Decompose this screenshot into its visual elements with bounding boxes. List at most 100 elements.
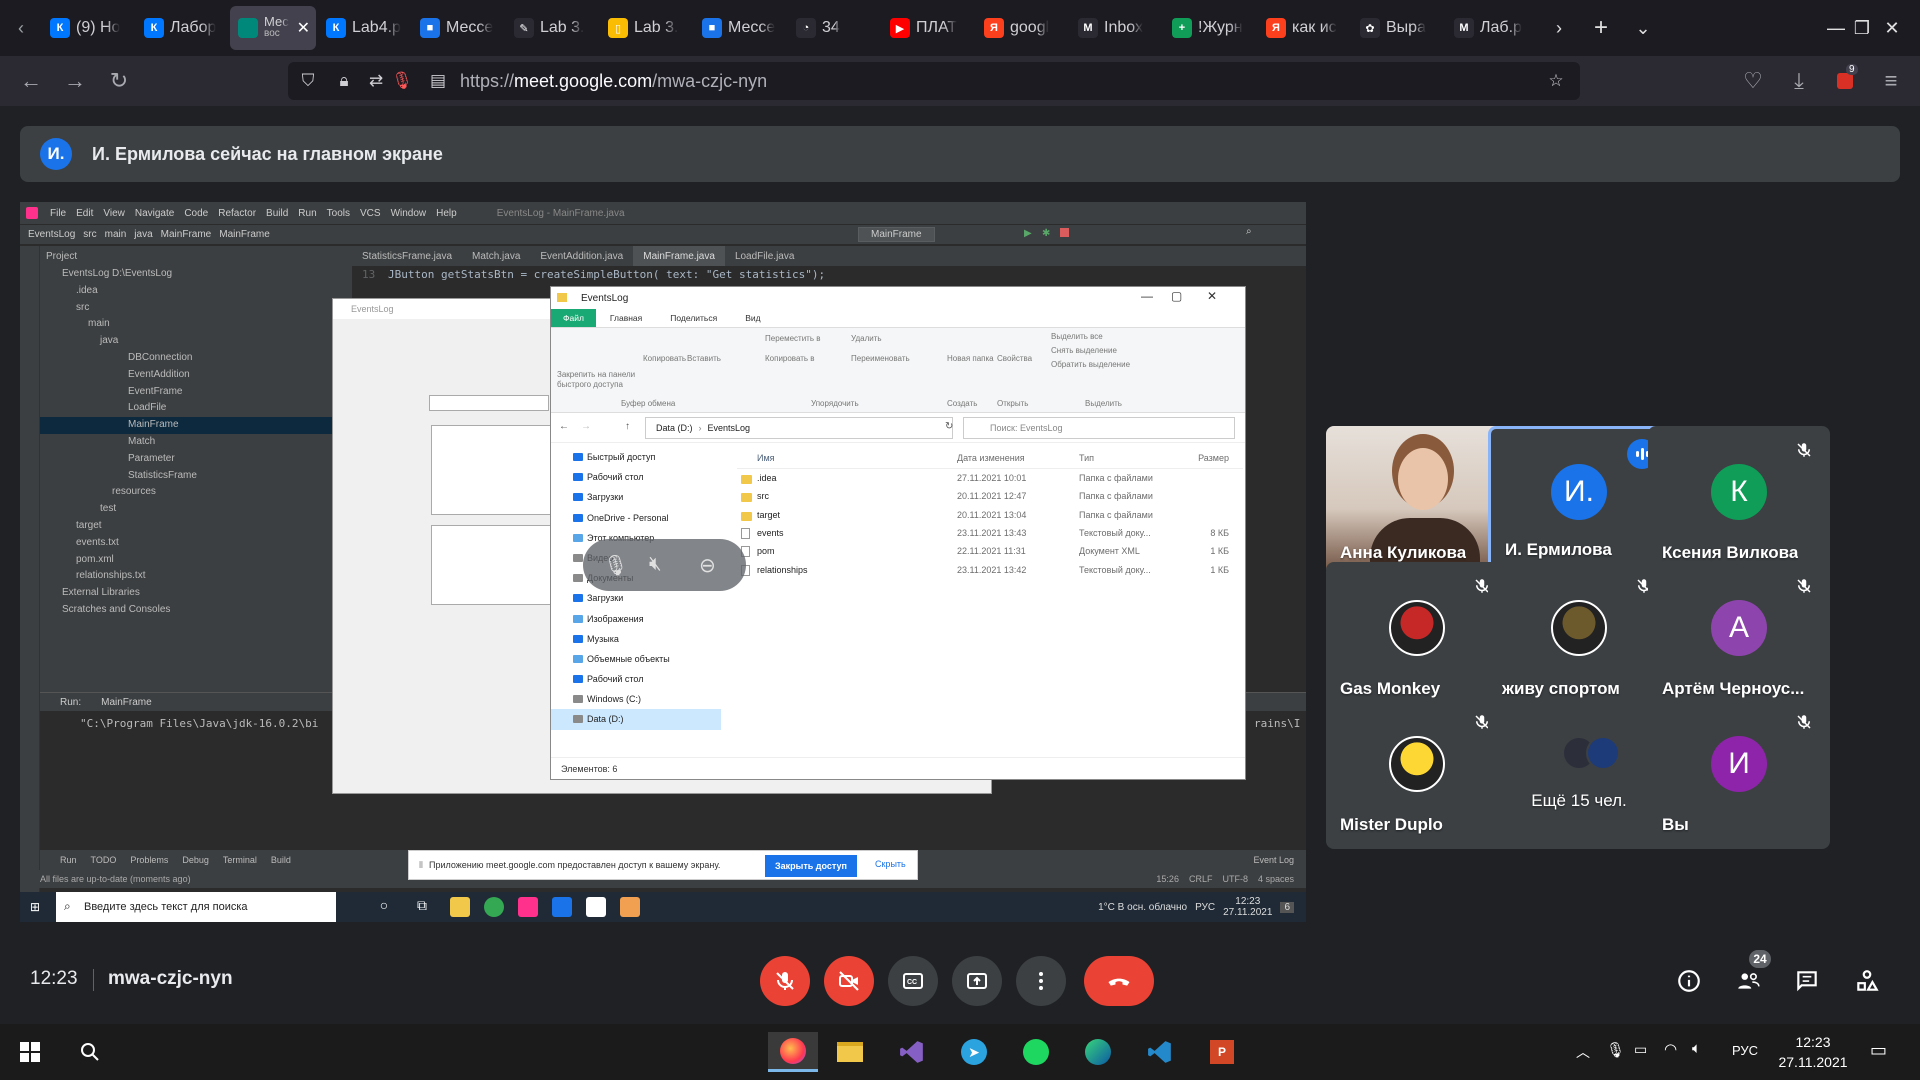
run-config-select[interactable]: MainFrame xyxy=(858,227,935,242)
file-explorer-window[interactable]: EventsLog — ▢ ✕ Файл Главная Поделиться Вид… xyxy=(550,286,1246,780)
nav-pane-item[interactable]: OneDrive - Personal xyxy=(551,508,721,528)
present-button[interactable] xyxy=(952,956,1002,1006)
ide-bottom-tab[interactable]: Build xyxy=(271,855,291,865)
ide-menu-item[interactable]: Window xyxy=(391,208,427,219)
project-tree-item[interactable]: DBConnection xyxy=(40,350,352,367)
nav-pane-item[interactable]: Загрузки xyxy=(551,487,721,507)
debug-icon[interactable]: ✱ xyxy=(1042,228,1050,239)
ide-menu-item[interactable]: Refactor xyxy=(218,208,256,219)
nav-pane-item[interactable]: Загрузки xyxy=(551,588,721,608)
tab-list-icon[interactable]: ⌄ xyxy=(1622,0,1664,56)
browser-tab[interactable]: Яgoogl xyxy=(976,6,1068,50)
column-size[interactable]: Размер xyxy=(1189,453,1229,463)
close-tab-icon[interactable]: ✕ xyxy=(297,18,310,38)
file-row[interactable]: .idea 27.11.2021 10:01 Папка с файлами xyxy=(737,469,1243,487)
rename-button[interactable]: Переименовать xyxy=(851,354,910,363)
file-row[interactable]: events 23.11.2021 13:43 Текстовый доку... 8… xyxy=(737,524,1243,542)
back-icon[interactable]: ← xyxy=(16,66,46,96)
project-tree-item[interactable]: src xyxy=(40,300,352,317)
copy-button[interactable]: Копировать xyxy=(643,354,686,363)
ide-menu-item[interactable]: Navigate xyxy=(135,208,174,219)
move-to-button[interactable]: Переместить в xyxy=(765,334,820,343)
browser-tab[interactable]: Мес вос ✕ xyxy=(230,6,316,50)
reload-icon[interactable]: ↻ xyxy=(104,66,134,96)
ide-status-item[interactable]: UTF-8 xyxy=(1222,874,1248,884)
properties-button[interactable]: Свойства xyxy=(997,354,1032,363)
visual-studio-taskbar-icon[interactable] xyxy=(892,1032,932,1072)
participant-tile[interactable]: Анна Куликова xyxy=(1326,426,1508,577)
microphone-toggle-button[interactable] xyxy=(760,956,810,1006)
column-date[interactable]: Дата изменения xyxy=(957,453,1079,463)
search-everywhere-icon[interactable]: ⌕ xyxy=(1246,226,1252,237)
editor-tab[interactable]: StatisticsFrame.java xyxy=(352,246,462,266)
leave-call-button[interactable] xyxy=(1084,956,1154,1006)
path-segment-folder[interactable]: EventsLog xyxy=(708,423,751,433)
project-tree-item[interactable]: EventFrame xyxy=(40,384,352,401)
shield-icon[interactable]: ⛉ xyxy=(296,69,320,93)
ide-menu-item[interactable]: Build xyxy=(266,208,288,219)
ide-bottom-tab[interactable]: Problems xyxy=(130,855,168,865)
column-name[interactable]: Имя xyxy=(737,453,957,463)
lock-icon[interactable]: 🔒︎ xyxy=(332,69,356,93)
address-bar[interactable]: ⛉ 🔒︎ ⇄ 🎙︎ ▤ https://meet.google.com/mwa-… xyxy=(288,62,1580,100)
path-segment-drive[interactable]: Data (D:) xyxy=(656,423,693,433)
explorer-path-bar[interactable]: Data (D:) › EventsLog xyxy=(645,417,953,439)
editor-tab[interactable]: MainFrame.java xyxy=(633,246,725,266)
edge-taskbar-icon[interactable] xyxy=(1078,1032,1118,1072)
participant-tile[interactable]: И Вы xyxy=(1648,698,1830,849)
shared-screen[interactable]: File Edit View Navigate Code Refactor Build Run… xyxy=(20,202,1306,922)
browser-tab[interactable]: К Lab4.p xyxy=(318,6,410,50)
project-tree-item[interactable]: resources xyxy=(40,484,352,501)
tray-mic-icon[interactable]: 🎙︎ xyxy=(1606,1041,1625,1059)
ide-menu-item[interactable]: Run xyxy=(298,208,316,219)
nav-pane-item[interactable]: Изображения xyxy=(551,609,721,629)
file-row[interactable]: target 20.11.2021 13:04 Папка с файлами xyxy=(737,506,1243,524)
tray-language[interactable]: РУС xyxy=(1732,1043,1758,1058)
ide-bottom-tab[interactable]: Terminal xyxy=(223,855,257,865)
nav-pane-item[interactable]: Музыка xyxy=(551,629,721,649)
ide-bottom-tab[interactable]: Run xyxy=(60,855,77,865)
ide-menu-item[interactable]: View xyxy=(103,208,125,219)
select-all-button[interactable]: Выделить все xyxy=(1051,332,1103,341)
invert-selection-button[interactable]: Обратить выделение xyxy=(1051,360,1130,369)
explorer-close-icon[interactable]: ✕ xyxy=(1207,289,1217,303)
ribbon-tab[interactable]: Вид xyxy=(731,309,774,327)
app-input[interactable] xyxy=(429,395,549,411)
explorer-forward-icon[interactable]: → xyxy=(581,421,591,432)
run-icon[interactable]: ▶ xyxy=(1024,228,1032,239)
explorer-maximize-icon[interactable]: ▢ xyxy=(1171,289,1182,303)
tray-display-icon[interactable]: ▭ xyxy=(1634,1041,1647,1058)
pin-quick-access-button[interactable]: Закрепить на панели быстрого доступа xyxy=(557,370,637,390)
tab-scroll-right-icon[interactable]: › xyxy=(1538,0,1580,56)
ide-status-item[interactable]: 15:26 xyxy=(1156,874,1179,884)
floating-stop-icon[interactable]: ⊖ xyxy=(699,553,716,578)
explorer-up-icon[interactable]: ↑ xyxy=(625,421,630,432)
people-icon[interactable] xyxy=(1731,964,1765,998)
powerpoint-taskbar-icon[interactable]: P xyxy=(1202,1032,1242,1072)
project-tree-item[interactable]: main xyxy=(40,316,352,333)
meeting-info-icon[interactable] xyxy=(1672,964,1706,998)
project-tree-item[interactable]: events.txt xyxy=(40,535,352,552)
browser-tab[interactable]: M Лаб.р xyxy=(1446,6,1538,50)
firefox-taskbar-icon[interactable] xyxy=(768,1032,818,1072)
tray-volume-icon[interactable]: 🔈︎ xyxy=(1692,1040,1701,1057)
ide-bottom-tab[interactable]: TODO xyxy=(91,855,117,865)
browser-tab[interactable]: + !Журн xyxy=(1164,6,1256,50)
ide-crumb[interactable]: MainFrame xyxy=(219,229,270,240)
participant-tile[interactable]: А Артём Черноус... xyxy=(1648,562,1830,713)
participant-tile[interactable]: Gas Monkey xyxy=(1326,562,1508,713)
hide-notice-button[interactable]: Скрыть xyxy=(875,859,906,869)
ide-menu-item[interactable]: Edit xyxy=(76,208,93,219)
project-panel-label[interactable]: Project xyxy=(46,251,77,262)
project-tree-item[interactable]: .idea xyxy=(40,283,352,300)
project-tree-item[interactable]: Parameter xyxy=(40,451,352,468)
file-row[interactable]: relationships 23.11.2021 13:42 Текстовый д… xyxy=(737,560,1243,578)
floating-mic-off-icon[interactable]: 🎙︎ xyxy=(603,553,628,578)
new-tab-icon[interactable]: + xyxy=(1580,0,1622,56)
microphone-icon[interactable]: 🎙︎ xyxy=(390,69,414,93)
ide-menu-item[interactable]: File xyxy=(50,208,66,219)
file-row[interactable]: src 20.11.2021 12:47 Папка с файлами xyxy=(737,487,1243,505)
browser-tab[interactable]: К Лабор xyxy=(136,6,228,50)
project-tree-item[interactable]: relationships.txt xyxy=(40,568,352,585)
project-tree-item[interactable]: target xyxy=(40,518,352,535)
